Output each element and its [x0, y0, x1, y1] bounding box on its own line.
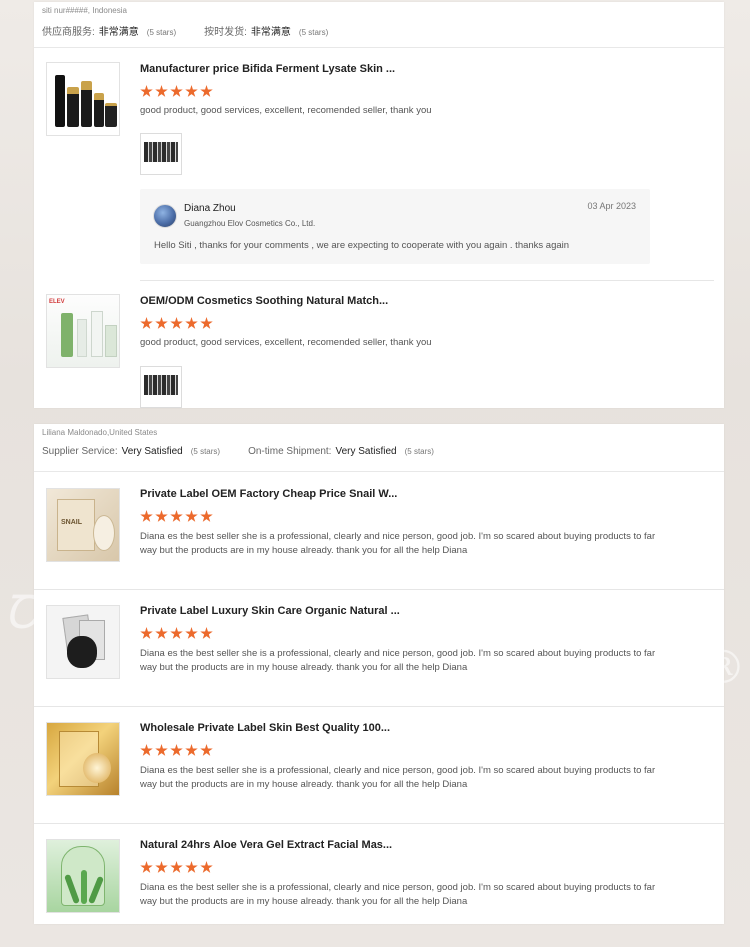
star-icon: [140, 861, 153, 873]
review-card-siti: siti nur#####, Indonesia 供应商服务: 非常满意 (5 …: [34, 2, 724, 408]
star-icon: [200, 317, 213, 329]
star-icon: [155, 317, 168, 329]
shipment-rating: On-time Shipment: Very Satisfied (5 star…: [248, 446, 434, 457]
divider: [34, 706, 724, 707]
review-comment: good product, good services, excellent, …: [140, 337, 432, 348]
star-icon: [170, 85, 183, 97]
review-card-liliana: Liliana Maldonado,United States Supplier…: [34, 424, 724, 924]
reply-message: Hello Siti , thanks for your comments , …: [154, 240, 570, 251]
overall-ratings: Supplier Service: Very Satisfied (5 star…: [42, 446, 716, 457]
star-icon: [170, 744, 183, 756]
star-icon: [155, 85, 168, 97]
rating-value: Very Satisfied: [121, 446, 183, 457]
star-icon: [155, 744, 168, 756]
star-icon: [185, 85, 198, 97]
review-card-header: Liliana Maldonado,United States Supplier…: [34, 424, 724, 472]
review-stars: [140, 510, 213, 523]
reviewer-name: Liliana Maldonado,United States: [42, 428, 158, 437]
star-icon: [170, 510, 183, 522]
rating-stars-count: (5 stars): [298, 28, 329, 37]
product-title-link[interactable]: Natural 24hrs Aloe Vera Gel Extract Faci…: [140, 839, 392, 851]
rating-value: 非常满意: [98, 27, 139, 38]
star-icon: [140, 317, 153, 329]
review-comment: Diana es the best seller she is a profes…: [140, 882, 656, 907]
divider: [34, 823, 724, 824]
supplier-reply: Diana Zhou Guangzhou Elov Cosmetics Co.,…: [140, 189, 650, 264]
divider: [140, 280, 714, 281]
supplier-service-rating: 供应商服务: 非常满意 (5 stars): [42, 23, 176, 38]
product-title-link[interactable]: Wholesale Private Label Skin Best Qualit…: [140, 722, 390, 734]
rating-stars-count: (5 stars): [404, 447, 434, 456]
package-photo-thumbnail[interactable]: [140, 133, 182, 175]
rating-label: 按时发货:: [204, 27, 247, 38]
review-stars: [140, 85, 213, 98]
star-icon: [200, 510, 213, 522]
black-gold-bottles-image[interactable]: [46, 62, 120, 136]
rating-value: Very Satisfied: [335, 446, 397, 457]
star-icon: [140, 510, 153, 522]
star-icon: [185, 744, 198, 756]
star-icon: [185, 627, 198, 639]
package-photo-thumbnail[interactable]: [140, 366, 182, 408]
avatar: [153, 204, 177, 228]
star-icon: [140, 85, 153, 97]
star-icon: [200, 861, 213, 873]
star-icon: [170, 317, 183, 329]
star-icon: [185, 510, 198, 522]
star-icon: [185, 317, 198, 329]
gold-mask-image[interactable]: [46, 722, 120, 796]
rating-stars-count: (5 stars): [146, 28, 177, 37]
divider: [34, 589, 724, 590]
review-comment: Diana es the best seller she is a profes…: [140, 531, 656, 556]
supplier-service-rating: Supplier Service: Very Satisfied (5 star…: [42, 446, 220, 457]
snail-mask-image[interactable]: SNAIL: [46, 488, 120, 562]
rating-label: On-time Shipment:: [248, 446, 332, 457]
brand-logo: ELEV: [49, 299, 65, 305]
reviewer-name: siti nur#####, Indonesia: [42, 6, 127, 15]
review-stars: [140, 317, 213, 330]
reply-author: Diana Zhou: [184, 203, 236, 214]
review-stars: [140, 861, 213, 874]
star-icon: [170, 627, 183, 639]
star-icon: [185, 861, 198, 873]
mask-label: SNAIL: [61, 519, 82, 526]
product-title-link[interactable]: OEM/ODM Cosmetics Soothing Natural Match…: [140, 295, 388, 307]
rating-value: 非常满意: [250, 27, 291, 38]
shipment-rating: 按时发货: 非常满意 (5 stars): [204, 23, 328, 38]
black-sheet-mask-image[interactable]: [46, 605, 120, 679]
star-icon: [155, 861, 168, 873]
review-stars: [140, 627, 213, 640]
star-icon: [155, 627, 168, 639]
review-comment: good product, good services, excellent, …: [140, 105, 432, 116]
product-title-link[interactable]: Private Label Luxury Skin Care Organic N…: [140, 605, 400, 617]
review-comment: Diana es the best seller she is a profes…: [140, 765, 656, 790]
aloe-vera-mask-image[interactable]: [46, 839, 120, 913]
rating-label: Supplier Service:: [42, 446, 118, 457]
star-icon: [170, 861, 183, 873]
product-title-link[interactable]: Private Label OEM Factory Cheap Price Sn…: [140, 488, 397, 500]
green-skincare-set-image[interactable]: ELEV: [46, 294, 120, 368]
star-icon: [200, 85, 213, 97]
review-stars: [140, 744, 213, 757]
star-icon: [155, 510, 168, 522]
star-icon: [200, 744, 213, 756]
star-icon: [140, 744, 153, 756]
review-card-header: siti nur#####, Indonesia 供应商服务: 非常满意 (5 …: [34, 2, 724, 48]
star-icon: [200, 627, 213, 639]
rating-label: 供应商服务:: [42, 27, 95, 38]
review-comment: Diana es the best seller she is a profes…: [140, 648, 656, 673]
reply-date: 03 Apr 2023: [587, 201, 636, 211]
star-icon: [140, 627, 153, 639]
rating-stars-count: (5 stars): [190, 447, 221, 456]
reply-company: Guangzhou Elov Cosmetics Co., Ltd.: [184, 219, 316, 228]
overall-ratings: 供应商服务: 非常满意 (5 stars) 按时发货: 非常满意 (5 star…: [42, 23, 716, 38]
product-title-link[interactable]: Manufacturer price Bifida Ferment Lysate…: [140, 63, 395, 75]
